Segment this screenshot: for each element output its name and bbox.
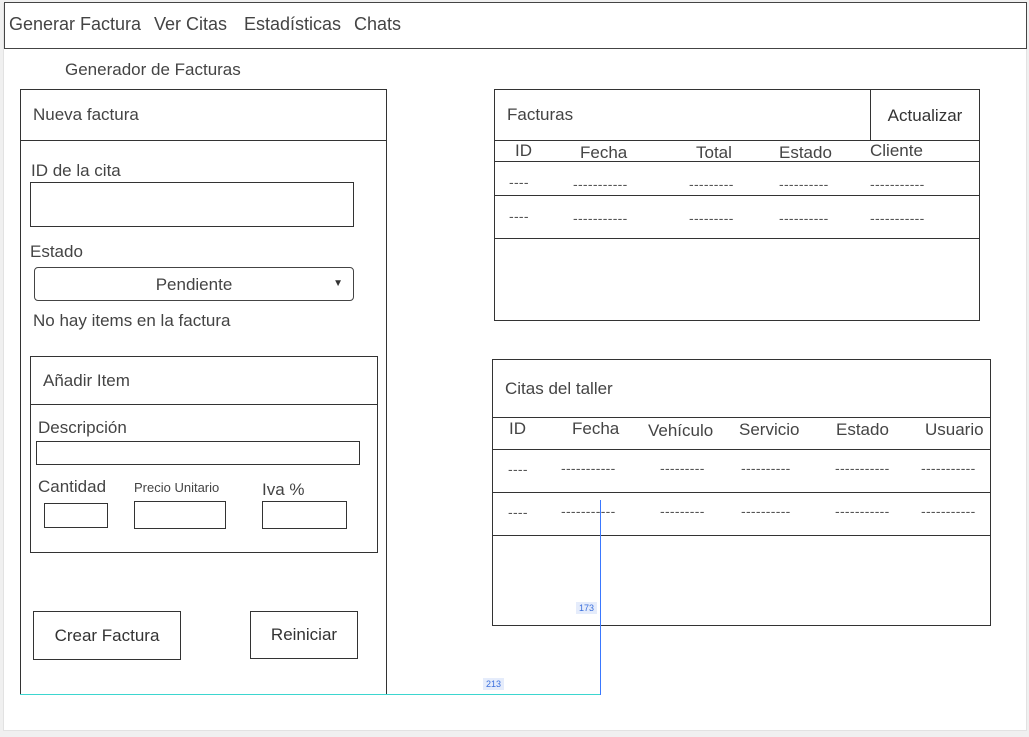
table-cell: ---------	[689, 210, 734, 226]
citas-header-servicio: Servicio	[739, 420, 800, 439]
facturas-header-estado: Estado	[779, 143, 832, 162]
facturas-header-cliente: Cliente	[870, 141, 923, 160]
divider	[494, 195, 980, 196]
estado-label: Estado	[30, 242, 83, 261]
estado-select[interactable]: Pendiente ▼	[34, 267, 354, 301]
citas-header-estado: Estado	[836, 420, 889, 439]
precio-unitario-label: Precio Unitario	[134, 480, 220, 495]
measure-label-horizontal: 213	[483, 678, 505, 690]
cita-id-label: ID de la cita	[31, 161, 121, 180]
new-invoice-header: Nueva factura	[33, 105, 139, 124]
table-cell: -----------	[870, 210, 925, 226]
measure-guide-vertical	[600, 500, 601, 695]
citas-title: Citas del taller	[505, 379, 613, 398]
estado-selected-value: Pendiente	[155, 275, 233, 294]
table-cell: ----------	[779, 176, 829, 192]
divider	[493, 449, 990, 450]
precio-unitario-input[interactable]	[134, 501, 226, 529]
table-cell: -----------	[835, 503, 890, 519]
table-cell: -----------	[835, 460, 890, 476]
citas-header-fecha: Fecha	[572, 419, 620, 438]
table-cell: -----------	[561, 503, 616, 519]
divider	[30, 404, 378, 405]
table-cell: ----------	[779, 210, 829, 226]
table-cell: ----------	[741, 460, 791, 476]
table-cell: ----	[508, 461, 528, 477]
nav-chats[interactable]: Chats	[354, 14, 401, 35]
divider	[493, 492, 990, 493]
table-cell: -----------	[921, 503, 976, 519]
facturas-title: Facturas	[507, 105, 574, 124]
table-cell: ---------	[689, 176, 734, 192]
nav-estadisticas[interactable]: Estadísticas	[244, 14, 341, 35]
facturas-header-total: Total	[696, 143, 732, 162]
divider	[494, 238, 980, 239]
table-cell: ----------	[741, 503, 791, 519]
facturas-header-fecha: Fecha	[580, 143, 628, 162]
table-cell: -----------	[561, 460, 616, 476]
table-cell: -----------	[573, 210, 628, 226]
crear-factura-button[interactable]: Crear Factura	[33, 611, 181, 660]
cantidad-input[interactable]	[44, 503, 108, 528]
reiniciar-button[interactable]: Reiniciar	[250, 611, 358, 659]
table-cell: ---------	[660, 503, 705, 519]
add-item-header: Añadir Item	[43, 371, 130, 390]
actualizar-button[interactable]: Actualizar	[870, 89, 980, 141]
measure-label-vertical: 173	[576, 602, 598, 614]
table-cell: ----	[509, 174, 529, 190]
page-title: Generador de Facturas	[65, 60, 241, 79]
table-cell: -----------	[573, 176, 628, 192]
nav-generar-factura[interactable]: Generar Factura	[9, 14, 141, 35]
divider	[493, 417, 990, 418]
citas-header-vehiculo: Vehículo	[648, 421, 714, 440]
cantidad-label: Cantidad	[38, 477, 107, 496]
measure-guide-horizontal	[20, 694, 600, 695]
descripcion-label: Descripción	[38, 418, 127, 437]
descripcion-input[interactable]	[36, 441, 360, 465]
table-cell: -----------	[921, 460, 976, 476]
divider	[494, 161, 980, 162]
divider	[20, 140, 387, 141]
citas-header-usuario: Usuario	[925, 420, 984, 439]
divider	[493, 535, 990, 536]
no-items-text: No hay items en la factura	[33, 311, 231, 330]
nav-ver-citas[interactable]: Ver Citas	[154, 14, 227, 35]
iva-input[interactable]	[262, 501, 347, 529]
citas-header-id: ID	[509, 419, 526, 438]
table-cell: -----------	[870, 176, 925, 192]
iva-label: Iva %	[262, 480, 305, 499]
chevron-down-icon: ▼	[333, 278, 343, 289]
facturas-header-id: ID	[515, 141, 532, 160]
cita-id-input[interactable]	[30, 182, 354, 227]
table-cell: ----	[509, 208, 529, 224]
citas-panel: Citas del taller ID Fecha Vehículo Servi…	[492, 359, 991, 626]
table-cell: ---------	[660, 460, 705, 476]
table-cell: ----	[508, 504, 528, 520]
